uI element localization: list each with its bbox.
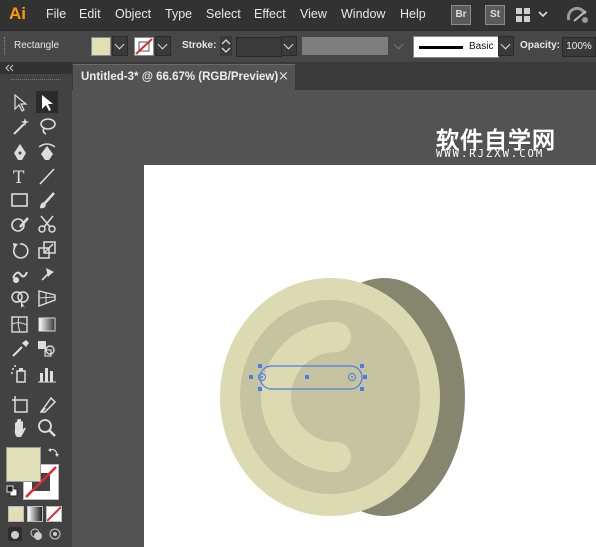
control-bar-grip[interactable] bbox=[4, 37, 8, 55]
artboard-icon[interactable] bbox=[9, 393, 31, 415]
rectangle-icon[interactable] bbox=[9, 189, 31, 211]
selection-type-label: Rectangle bbox=[14, 40, 60, 51]
control-bar: Rectangle Stroke: Basic Opacity: 100% bbox=[0, 30, 596, 63]
mesh-icon[interactable] bbox=[9, 313, 31, 335]
stroke-weight-stepper[interactable] bbox=[220, 36, 232, 56]
anchor-point[interactable] bbox=[360, 364, 364, 368]
stroke-swatch[interactable] bbox=[134, 37, 154, 56]
svg-text:T: T bbox=[13, 168, 25, 187]
menu-file[interactable]: File bbox=[46, 7, 66, 21]
draw-inside-icon[interactable] bbox=[48, 527, 62, 541]
stroke-dropdown[interactable] bbox=[155, 36, 171, 56]
document-tab-title: Untitled-3* @ 66.67% (RGB/Preview) bbox=[81, 71, 279, 83]
shape-builder-icon[interactable] bbox=[9, 287, 31, 309]
none-mode-button[interactable] bbox=[46, 506, 62, 522]
menu-bar: Ai File Edit Object Type Select Effect V… bbox=[0, 0, 596, 30]
profile-dropdown[interactable] bbox=[391, 36, 407, 56]
chevron-down-icon[interactable] bbox=[538, 8, 548, 18]
zoom-icon[interactable] bbox=[36, 417, 58, 439]
anchor-point[interactable] bbox=[258, 387, 262, 391]
menu-help[interactable]: Help bbox=[400, 7, 426, 21]
magic-wand-icon[interactable] bbox=[9, 115, 31, 137]
brush-stroke-preview bbox=[419, 46, 463, 49]
symbol-sprayer-icon[interactable] bbox=[9, 363, 31, 385]
stroke-weight-input[interactable] bbox=[236, 37, 282, 57]
sync-icon[interactable] bbox=[566, 5, 590, 25]
fill-dropdown[interactable] bbox=[112, 36, 128, 56]
direct-selection-tool-icon[interactable] bbox=[36, 91, 58, 113]
scissors-icon[interactable] bbox=[36, 213, 58, 235]
brush-label: Basic bbox=[469, 41, 494, 52]
perspective-grid-icon[interactable] bbox=[36, 287, 58, 309]
line-icon[interactable] bbox=[36, 165, 58, 187]
default-colors-icon[interactable] bbox=[6, 485, 18, 497]
brush-definition[interactable]: Basic bbox=[413, 36, 499, 58]
watermark-url: WWW.RJZXW.COM bbox=[436, 148, 545, 160]
draw-normal-icon[interactable] bbox=[8, 527, 22, 541]
menu-select[interactable]: Select bbox=[206, 7, 241, 21]
lasso-icon[interactable] bbox=[36, 115, 58, 137]
menu-edit[interactable]: Edit bbox=[79, 7, 101, 21]
warp-icon[interactable] bbox=[9, 263, 31, 285]
blend-icon[interactable] bbox=[36, 337, 58, 359]
gradient-mode-button[interactable] bbox=[27, 506, 43, 522]
selection-tool-icon[interactable] bbox=[9, 91, 31, 113]
curvature-icon[interactable] bbox=[36, 141, 58, 163]
center-point[interactable] bbox=[305, 375, 309, 379]
coin-artwork bbox=[220, 278, 465, 516]
type-icon[interactable]: T bbox=[9, 165, 31, 188]
document-tab[interactable]: Untitled-3* @ 66.67% (RGB/Preview) × bbox=[73, 64, 295, 91]
color-mode-button[interactable] bbox=[8, 506, 24, 522]
stock-button[interactable]: St bbox=[485, 5, 505, 25]
rotate-icon[interactable] bbox=[9, 239, 31, 261]
anchor-point[interactable] bbox=[360, 387, 364, 391]
fill-swatch[interactable] bbox=[91, 37, 111, 56]
close-icon[interactable]: × bbox=[278, 69, 289, 84]
column-graph-icon[interactable] bbox=[36, 363, 58, 385]
tools-panel-header[interactable] bbox=[0, 62, 72, 74]
bridge-button[interactable]: Br bbox=[451, 5, 471, 25]
anchor-point[interactable] bbox=[363, 375, 367, 379]
pen-icon[interactable] bbox=[9, 141, 31, 163]
draw-behind-icon[interactable] bbox=[29, 527, 43, 541]
paintbrush-icon[interactable] bbox=[36, 189, 58, 211]
opacity-label: Opacity: bbox=[520, 40, 561, 51]
eyedropper-icon[interactable] bbox=[9, 337, 31, 359]
app-logo: Ai bbox=[9, 4, 26, 23]
scale-icon[interactable] bbox=[36, 239, 58, 261]
brush-dropdown[interactable] bbox=[498, 36, 514, 56]
fill-color-box[interactable] bbox=[6, 447, 41, 482]
menu-type[interactable]: Type bbox=[165, 7, 192, 21]
menu-view[interactable]: View bbox=[300, 7, 327, 21]
hand-icon[interactable] bbox=[9, 417, 31, 439]
menu-object[interactable]: Object bbox=[115, 7, 151, 21]
variable-width-profile[interactable] bbox=[302, 37, 388, 55]
menu-effect[interactable]: Effect bbox=[254, 7, 286, 21]
workspace-grid-icon[interactable] bbox=[515, 7, 531, 23]
menu-window[interactable]: Window bbox=[341, 7, 385, 21]
stroke-label: Stroke: bbox=[182, 40, 217, 51]
anchor-point[interactable] bbox=[249, 375, 253, 379]
tools-grip[interactable] bbox=[11, 79, 61, 83]
anchor-point[interactable] bbox=[258, 364, 262, 368]
gradient-icon[interactable] bbox=[36, 313, 58, 335]
shaper-icon[interactable] bbox=[9, 213, 31, 235]
opacity-input[interactable]: 100% bbox=[562, 37, 596, 57]
free-transform-icon[interactable] bbox=[36, 263, 58, 285]
swap-colors-icon[interactable] bbox=[48, 446, 60, 458]
slice-icon[interactable] bbox=[36, 393, 58, 415]
stroke-weight-dropdown[interactable] bbox=[281, 36, 297, 56]
